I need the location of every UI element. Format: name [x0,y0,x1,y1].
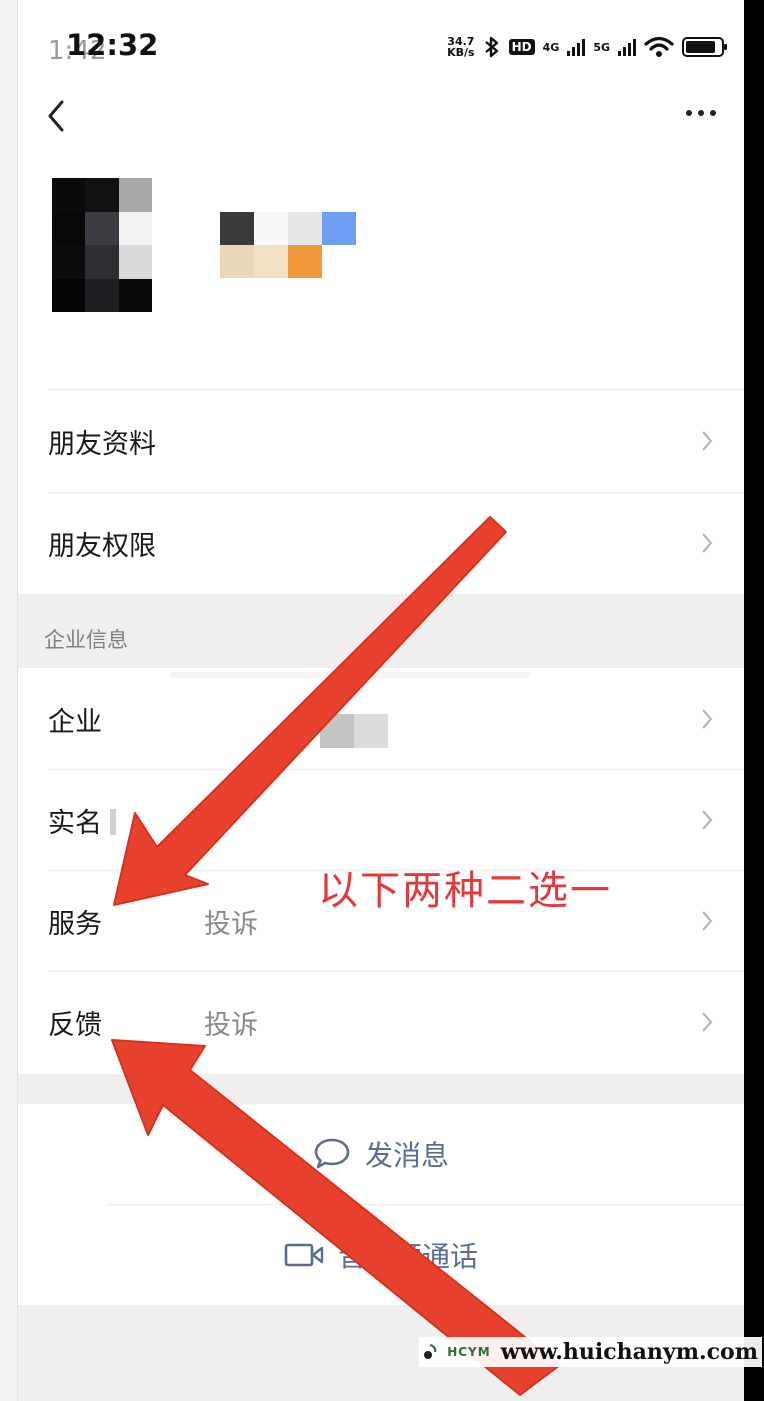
signal-4g-icon [567,38,586,56]
watermark-brand: HCYM [447,1345,491,1359]
company-label: 企业 [48,706,102,738]
chevron-right-icon [702,533,713,553]
av-call-label: 音视频通话 [337,1240,478,1273]
friend-permission-label: 朋友权限 [48,530,156,562]
watermark: HCYM www.huichanym.com [419,1337,762,1367]
left-frame-edge [0,0,18,1401]
blurred-company-name [320,714,354,748]
friend-permission-row[interactable]: 朋友权限 [18,492,744,594]
network-5g-label: 5G [593,40,610,54]
service-complaint-value: 投诉 [204,908,258,940]
annotation-text: 以下两种二选一 [318,868,612,914]
network-4g-label: 4G [542,40,560,54]
feedback-complaint-row[interactable]: 反馈 投诉 [18,971,744,1073]
company-row[interactable]: 企业 [18,668,744,770]
section-band: 企业信息 [18,594,744,668]
feedback-complaint-value: 投诉 [204,1009,258,1041]
real-name-row[interactable]: 实名 [18,769,744,871]
brand-logo-icon [424,1344,437,1359]
watermark-url: www.huichanym.com [500,1339,758,1365]
blurred-company-name [354,714,388,748]
phone-screen: 1:42 12:32 34.7 KB/s HD 4G 5G 朋友资料 朋友权限 … [18,0,744,1401]
blurred-real-name [110,809,116,835]
hd-badge: HD [508,39,535,55]
battery-icon [682,37,727,57]
av-call-button[interactable]: 音视频通话 [18,1205,744,1305]
send-message-button[interactable]: 发消息 [18,1104,744,1204]
chevron-right-icon [702,709,713,729]
section-header: 企业信息 [44,628,128,652]
blur-strip [170,672,530,678]
network-speed-unit: KB/s [447,46,475,59]
avatar[interactable] [52,178,152,312]
back-arrow-icon[interactable] [42,94,72,134]
more-options-icon[interactable] [686,110,716,116]
chevron-right-icon [702,911,713,931]
profile-name-pixelated [220,212,356,278]
friend-info-row[interactable]: 朋友资料 [18,390,744,492]
right-frame-edge [744,0,764,1401]
network-speed: 34.7 KB/s [447,36,474,58]
section-band [18,1074,744,1104]
top-nav [18,90,744,140]
status-bar: 1:42 12:32 34.7 KB/s HD 4G 5G [18,0,744,90]
real-name-label: 实名 [48,807,102,839]
chat-bubble-icon [314,1138,350,1169]
chevron-right-icon [702,431,713,451]
service-label: 服务 [48,908,102,940]
chevron-right-icon [702,1012,713,1032]
status-time: 12:32 [66,28,159,62]
send-message-label: 发消息 [364,1139,449,1172]
bluetooth-icon [484,36,498,58]
video-camera-icon [284,1243,324,1267]
status-icons: 34.7 KB/s HD 4G 5G [447,36,727,58]
feedback-label: 反馈 [48,1009,102,1041]
signal-5g-icon [618,38,636,56]
wifi-icon [644,36,674,57]
friend-info-label: 朋友资料 [48,428,156,460]
chevron-right-icon [702,810,713,830]
